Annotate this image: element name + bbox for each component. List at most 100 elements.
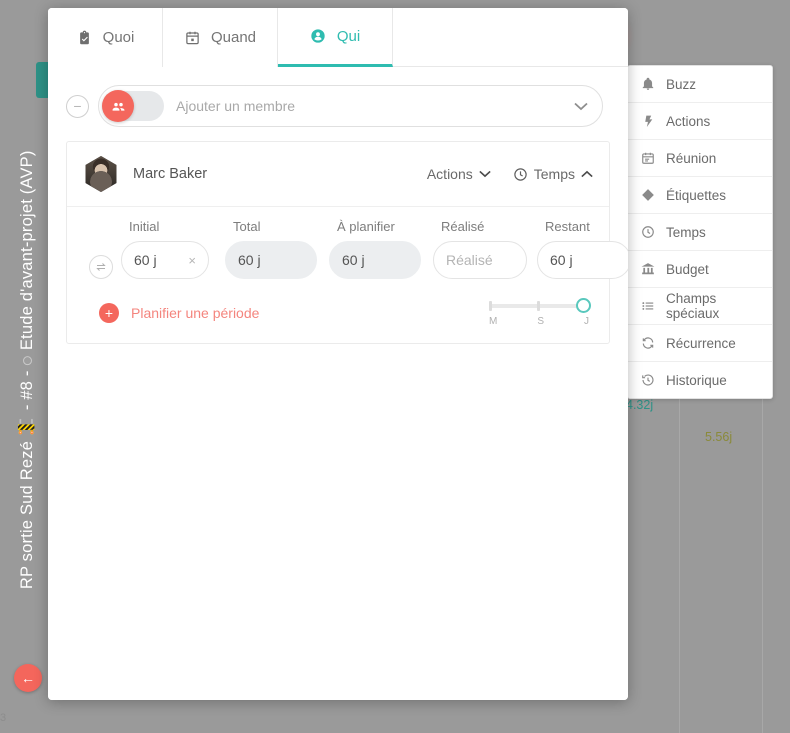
background-column-divider: [762, 390, 763, 733]
unit-slider-labels: M S J: [489, 316, 589, 327]
menu-item-label: Récurrence: [666, 335, 736, 351]
slider-tick: [537, 301, 540, 311]
field-realise[interactable]: Réalisé: [433, 241, 527, 279]
menu-item-label: Historique: [666, 372, 727, 388]
group-icon: [102, 90, 134, 122]
field-a-planifier: 60 j: [329, 241, 421, 279]
back-button[interactable]: ←: [14, 664, 42, 692]
field-label-initial: Initial: [129, 219, 160, 234]
tab-qui[interactable]: Qui: [278, 8, 393, 67]
modal-body: − Ajouter un membre Marc Baker Actions T…: [48, 67, 628, 700]
field-realise-placeholder: Réalisé: [446, 252, 493, 268]
calendar-icon: [184, 29, 201, 46]
member-header: Marc Baker Actions Temps: [67, 142, 609, 207]
field-initial[interactable]: 60 j ×: [121, 241, 209, 279]
menu-item-label: Actions: [666, 113, 711, 129]
menu-item-label: Buzz: [666, 76, 697, 92]
field-total: 60 j: [225, 241, 317, 279]
clock-icon: [513, 167, 528, 182]
add-member-row: − Ajouter un membre: [48, 67, 628, 141]
chevron-down-icon: [479, 167, 491, 181]
menu-item-temps[interactable]: Temps: [628, 214, 772, 251]
background-value-2: 5.56j: [705, 430, 733, 444]
menu-item-label: Étiquettes: [666, 187, 727, 203]
field-label-restant: Restant: [545, 219, 590, 234]
tab-quoi[interactable]: Quoi: [48, 8, 163, 67]
field-restant-value: 60 j: [550, 252, 573, 268]
project-title-middle: - #8 -: [17, 371, 36, 411]
menu-item-label: Budget: [666, 261, 709, 277]
context-side-menu: Buzz Actions Réunion Étiquettes Temps Bu…: [627, 65, 773, 399]
menu-item-budget[interactable]: Budget: [628, 251, 772, 288]
temps-label: Temps: [533, 166, 575, 182]
time-field-inputs: 60 j × 60 j 60 j Réalisé 60 j: [81, 241, 628, 279]
close-icon[interactable]: ×: [188, 253, 196, 268]
unit-option-s[interactable]: S: [537, 316, 544, 327]
slider-handle[interactable]: [576, 298, 591, 313]
arrow-left-icon: ←: [21, 670, 35, 686]
status-dot-icon: [22, 356, 32, 366]
field-restant[interactable]: 60 j: [537, 241, 628, 279]
corner-number: 3: [0, 712, 7, 724]
field-label-total: Total: [233, 219, 261, 234]
project-title-rail: RP sortie Sud Rezé 🚧 - #8 - Etude d'avan…: [10, 80, 44, 660]
menu-item-label: Champs spéciaux: [666, 291, 720, 321]
tag-icon: [640, 187, 656, 203]
list-icon: [640, 298, 656, 314]
circle-minus-icon[interactable]: −: [66, 94, 89, 118]
bank-icon: [640, 261, 656, 277]
member-name: Marc Baker: [133, 166, 208, 182]
menu-item-recurrence[interactable]: Récurrence: [628, 325, 772, 362]
field-label-a-planifier: À planifier: [337, 219, 395, 234]
menu-item-label: Réunion: [666, 150, 717, 166]
unit-slider[interactable]: M S J: [489, 298, 595, 327]
tab-label: Quoi: [102, 29, 135, 46]
tab-label: Quand: [210, 29, 257, 46]
menu-item-champs-speciaux[interactable]: Champs spéciaux: [628, 288, 772, 325]
chevron-up-icon: [581, 167, 593, 181]
swap-arrows-icon[interactable]: [89, 255, 113, 279]
member-card: Marc Baker Actions Temps Initial Total À…: [66, 141, 628, 344]
modal-tab-bar: Quoi Quand Qui: [48, 8, 628, 67]
menu-item-buzz[interactable]: Buzz: [628, 66, 772, 103]
actions-dropdown[interactable]: Actions: [427, 166, 491, 182]
plus-circle-icon[interactable]: +: [99, 303, 119, 323]
tab-label: Qui: [336, 27, 361, 45]
actions-label: Actions: [426, 166, 473, 182]
menu-item-etiquettes[interactable]: Étiquettes: [628, 177, 772, 214]
clock-icon: [640, 224, 656, 240]
menu-item-reunion[interactable]: Réunion: [628, 140, 772, 177]
plan-period-row: + Planifier une période M S J: [67, 285, 609, 343]
tab-quand[interactable]: Quand: [163, 8, 278, 67]
member-select[interactable]: Ajouter un membre: [98, 85, 603, 127]
slider-tick: [489, 301, 492, 311]
add-member-placeholder: Ajouter un membre: [176, 98, 296, 114]
bell-icon: [640, 76, 656, 92]
unit-option-j[interactable]: J: [584, 316, 589, 327]
menu-item-label: Temps: [666, 224, 706, 240]
calendar-icon: [640, 150, 656, 166]
temps-toggle[interactable]: Temps: [513, 166, 593, 182]
background-column-divider: [679, 390, 680, 733]
field-initial-value: 60 j: [134, 252, 157, 268]
swap-cell: [81, 255, 121, 279]
plan-period-label[interactable]: Planifier une période: [131, 305, 259, 321]
project-title-vertical: RP sortie Sud Rezé 🚧 - #8 - Etude d'avan…: [18, 150, 37, 589]
member-toggle[interactable]: [102, 90, 164, 122]
menu-item-actions[interactable]: Actions: [628, 103, 772, 140]
time-field-labels: Initial Total À planifier Réalisé Restan…: [81, 219, 595, 241]
field-label-realise: Réalisé: [441, 219, 485, 234]
menu-item-historique[interactable]: Historique: [628, 362, 772, 398]
history-icon: [640, 372, 656, 388]
person-icon: [310, 28, 327, 45]
chevron-down-icon[interactable]: [574, 100, 588, 113]
construction-icon: 🚧: [18, 416, 35, 436]
clipboard-check-icon: [76, 29, 93, 46]
unit-slider-track[interactable]: [489, 298, 591, 313]
task-detail-modal: Quoi Quand Qui − Ajouter un membre Marc …: [48, 8, 628, 700]
project-title-suffix: Etude d'avant-projet (AVP): [17, 150, 36, 351]
unit-option-m[interactable]: M: [489, 316, 497, 327]
bolt-icon: [640, 113, 656, 129]
field-a-planifier-value: 60 j: [342, 252, 365, 268]
refresh-icon: [640, 335, 656, 351]
